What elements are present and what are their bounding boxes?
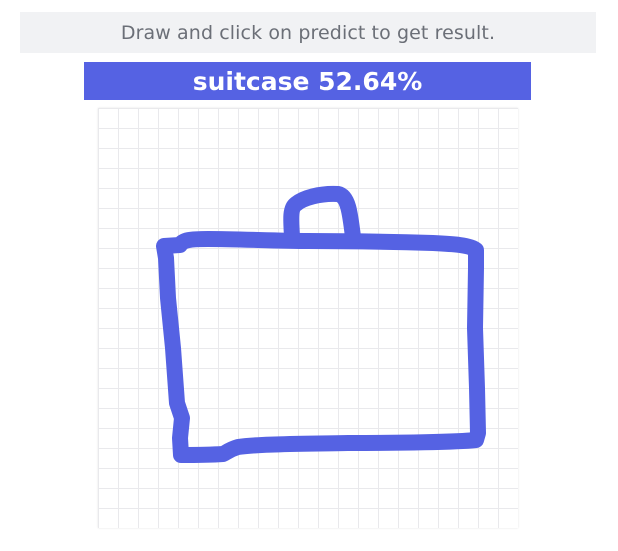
prediction-result-banner: suitcase 52.64% xyxy=(84,62,531,100)
prediction-result-text: suitcase 52.64% xyxy=(192,66,423,96)
drawing-canvas[interactable] xyxy=(98,108,518,528)
instruction-banner: Draw and click on predict to get result. xyxy=(20,12,596,53)
suitcase-handle-stroke xyxy=(283,185,361,245)
drawing-strokes xyxy=(156,185,486,463)
suitcase-body-stroke xyxy=(156,231,486,463)
instruction-text: Draw and click on predict to get result. xyxy=(120,21,496,44)
